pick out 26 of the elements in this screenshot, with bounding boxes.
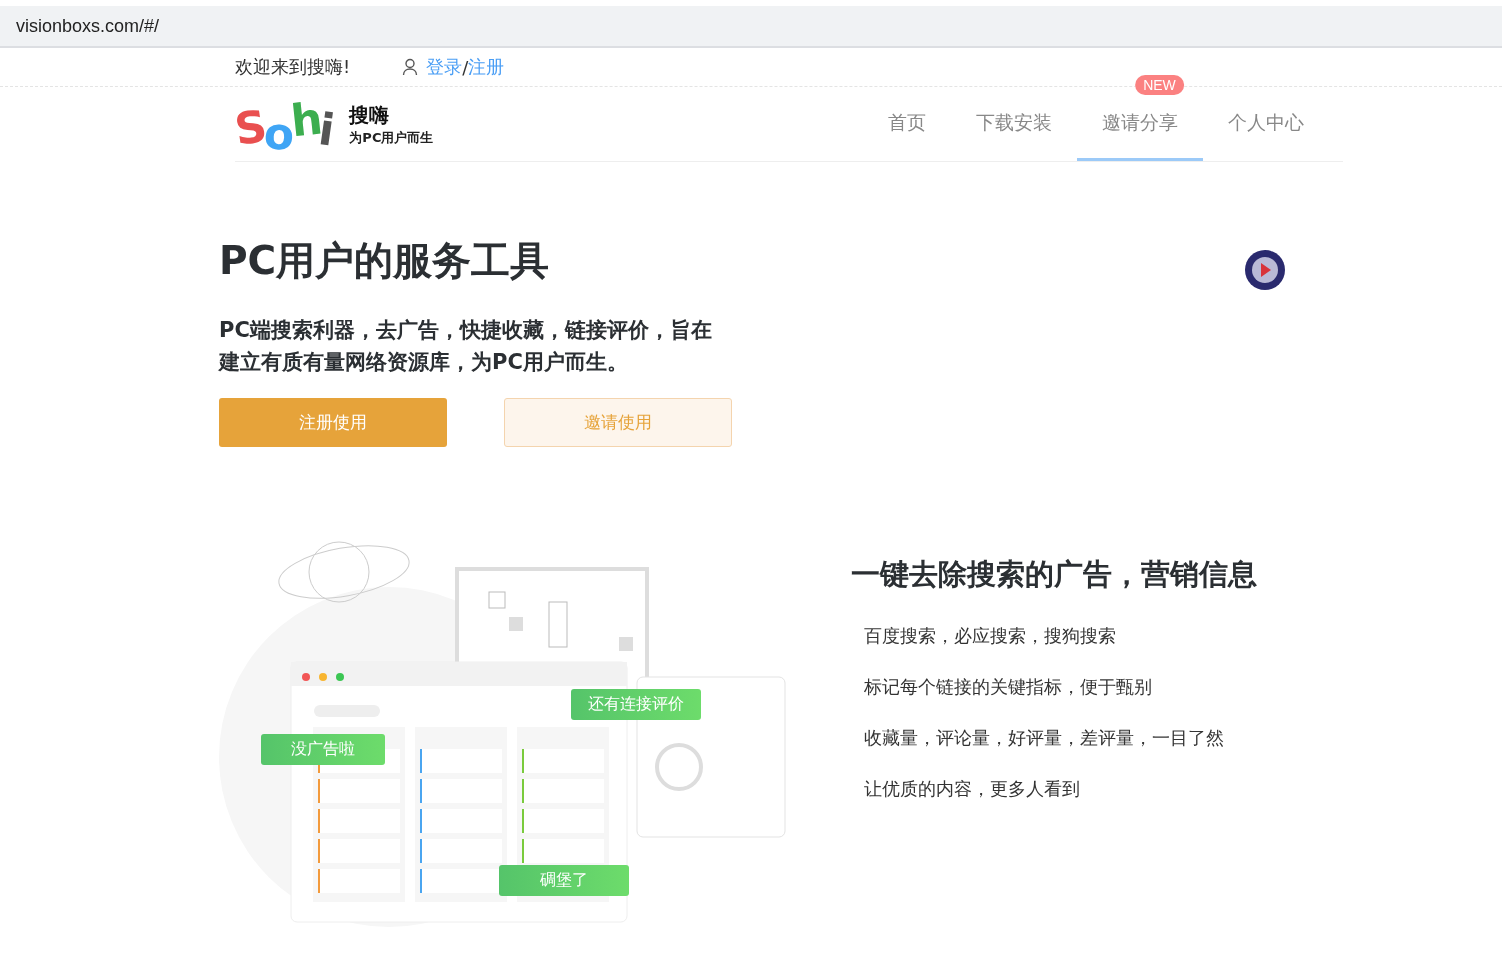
url-text: visionboxs.com/#/ bbox=[16, 15, 160, 37]
invite-button[interactable]: 邀请使用 bbox=[504, 398, 732, 447]
nav-tab[interactable]: 首页 bbox=[863, 87, 951, 161]
feature-title: 一键去除搜索的广告，营销信息 bbox=[851, 556, 1257, 593]
speech-bubble: 没广告啦 bbox=[261, 734, 385, 765]
logo-name: 搜嗨 bbox=[349, 101, 391, 129]
nav-tab[interactable]: 个人中心 bbox=[1203, 87, 1329, 161]
register-button[interactable]: 注册使用 bbox=[219, 398, 447, 447]
user-icon bbox=[402, 58, 419, 76]
hero-subtitle: PC端搜索利器，去广告，快捷收藏，链接评价，旨在 建立有质有量网络资源库，为PC用户而生。 bbox=[219, 317, 713, 376]
register-link[interactable]: 注册 bbox=[468, 55, 505, 79]
separator-text: / bbox=[462, 56, 469, 78]
feature-point: 让优质的内容，更多人看到 bbox=[864, 778, 1081, 800]
feature-point: 百度搜索，必应搜索，搜狗搜索 bbox=[864, 625, 1117, 647]
welcome-text: 欢迎来到搜嗨! bbox=[235, 55, 351, 79]
speech-bubble: 还有连接评价 bbox=[571, 689, 701, 720]
speech-bubble: 碉堡了 bbox=[499, 865, 629, 896]
hero-title: PC用户的服务工具 bbox=[219, 237, 551, 285]
feature-point: 收藏量，评论量，好评量，差评量，一目了然 bbox=[864, 727, 1225, 749]
nav-tab[interactable]: 下载安装 bbox=[951, 87, 1077, 161]
new-badge: NEW bbox=[1135, 75, 1184, 95]
feature-point: 标记每个链接的关键指标，便于甄别 bbox=[864, 676, 1153, 698]
address-bar[interactable]: visionboxs.com/#/ bbox=[0, 6, 1502, 48]
login-link[interactable]: 登录 bbox=[426, 55, 463, 79]
logo-slogan: 为PC用户而生 bbox=[349, 128, 434, 147]
play-icon[interactable] bbox=[1244, 249, 1286, 291]
